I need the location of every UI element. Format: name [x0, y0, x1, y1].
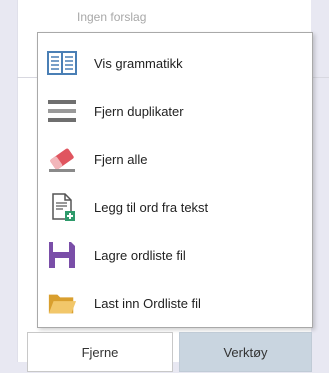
menu-item-remove-duplicates[interactable]: Fjern duplikater	[38, 87, 312, 135]
remove-duplicates-icon	[47, 96, 77, 126]
book-icon	[47, 48, 77, 78]
menu-item-label: Fjern alle	[94, 151, 148, 167]
menu-item-label: Legg til ord fra tekst	[94, 199, 209, 215]
menu-item-label: Fjern duplikater	[94, 103, 184, 119]
add-from-text-icon	[47, 192, 77, 222]
menu-item-label: Lagre ordliste fil	[94, 247, 186, 263]
folder-open-icon	[47, 288, 77, 318]
menu-item-label: Last inn Ordliste fil	[94, 295, 201, 311]
remove-button[interactable]: Fjerne	[27, 332, 173, 372]
menu-item-show-grammar[interactable]: Vis grammatikk	[38, 39, 312, 87]
suggestions-placeholder: Ingen forslag	[77, 10, 147, 24]
save-floppy-icon	[47, 240, 77, 270]
menu-item-save-word-list[interactable]: Lagre ordliste fil	[38, 231, 312, 279]
menu-item-remove-all[interactable]: Fjern alle	[38, 135, 312, 183]
tools-button[interactable]: Verktøy	[179, 332, 312, 372]
menu-item-load-word-list[interactable]: Last inn Ordliste fil	[38, 279, 312, 327]
menu-item-label: Vis grammatikk	[94, 55, 183, 71]
eraser-icon	[47, 144, 77, 174]
tools-dropdown-menu: Vis grammatikk Fjern duplikater Fjern al…	[37, 32, 313, 328]
menu-item-add-words-from-text[interactable]: Legg til ord fra tekst	[38, 183, 312, 231]
